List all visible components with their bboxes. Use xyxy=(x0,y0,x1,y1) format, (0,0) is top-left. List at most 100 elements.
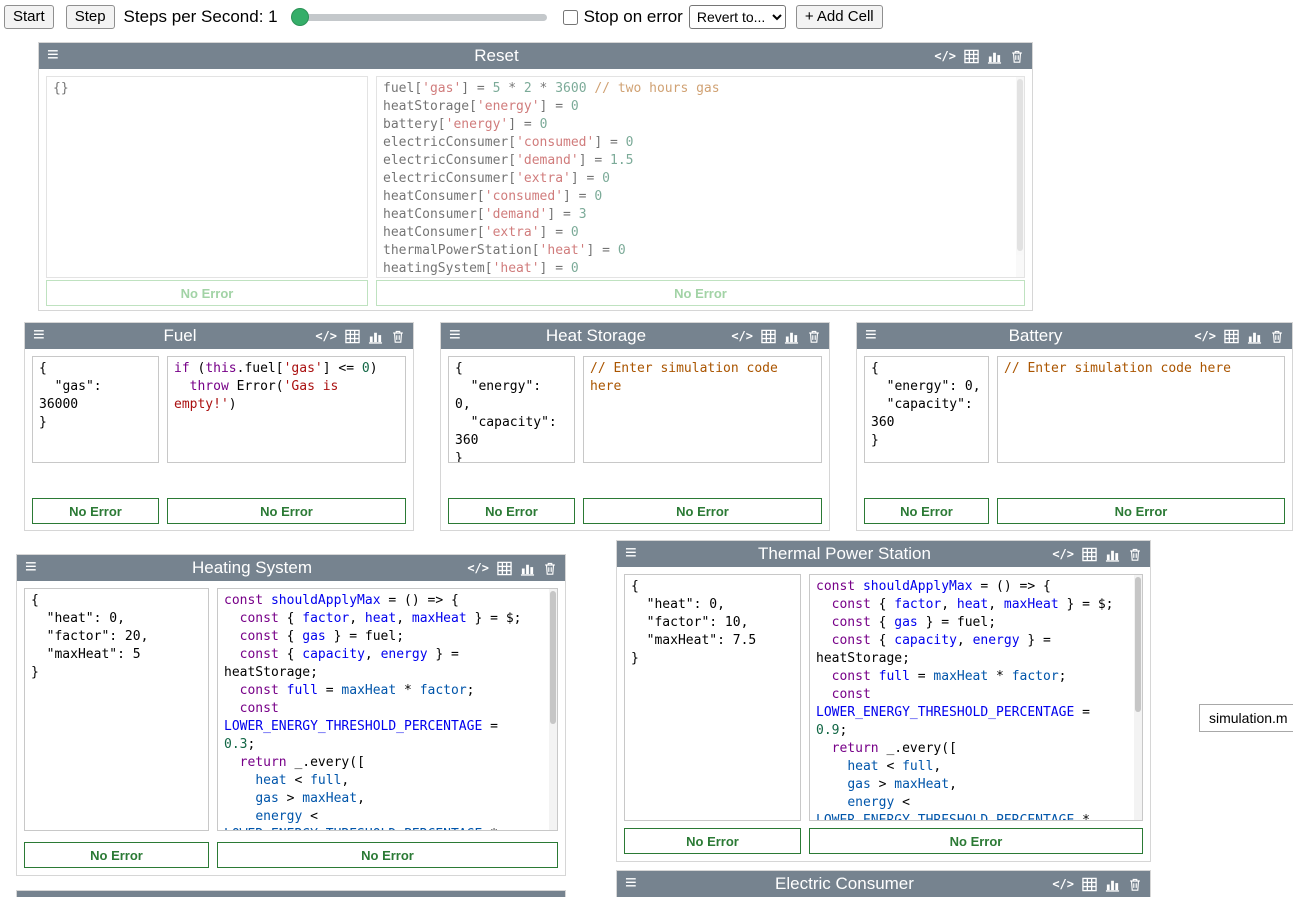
code-editor[interactable]: // Enter simulation code here xyxy=(997,356,1285,463)
cell-header[interactable]: ≡ Heating System </> xyxy=(17,555,565,581)
delete-cell-icon[interactable] xyxy=(1010,49,1024,64)
code-scrollbar[interactable] xyxy=(1016,77,1024,277)
cell-header[interactable]: ≡ Electric Consumer </> xyxy=(617,871,1150,897)
code-editor[interactable]: // Enter simulation codehere xyxy=(583,356,822,463)
code-status: No Error xyxy=(809,828,1143,854)
code-status: No Error xyxy=(167,498,406,524)
chart-view-icon[interactable] xyxy=(1247,329,1262,344)
drag-handle-icon[interactable]: ≡ xyxy=(33,325,45,345)
cell-header[interactable]: ≡ Reset </> xyxy=(39,43,1032,69)
cell-title: Thermal Power Station xyxy=(637,544,1053,564)
cell-title: Fuel xyxy=(45,326,316,346)
delete-cell-icon[interactable] xyxy=(391,329,405,344)
cell-header[interactable]: ≡ Battery </> xyxy=(857,323,1292,349)
code-view-icon[interactable]: </> xyxy=(1052,547,1074,561)
drag-handle-icon[interactable]: ≡ xyxy=(25,893,37,897)
cell-heat-consumer: ≡ Heat Consumer </> xyxy=(16,890,566,897)
chart-view-icon[interactable] xyxy=(1105,547,1120,562)
delete-cell-icon[interactable] xyxy=(1270,329,1284,344)
header-actions: </> xyxy=(934,49,1024,64)
state-status: No Error xyxy=(864,498,989,524)
state-editor[interactable]: { "gas":36000} xyxy=(32,356,159,463)
cell-electric-consumer: ≡ Electric Consumer </> xyxy=(616,870,1151,897)
drag-handle-icon[interactable]: ≡ xyxy=(865,325,877,345)
cell-title: Reset xyxy=(59,46,935,66)
drag-handle-icon[interactable]: ≡ xyxy=(449,325,461,345)
table-view-icon[interactable] xyxy=(1224,329,1239,344)
table-view-icon[interactable] xyxy=(1082,547,1097,562)
state-editor[interactable]: { "energy": 0, "capacity":360} xyxy=(864,356,989,463)
table-view-icon[interactable] xyxy=(345,329,360,344)
chart-view-icon[interactable] xyxy=(520,561,535,576)
table-view-icon[interactable] xyxy=(964,49,979,64)
delete-cell-icon[interactable] xyxy=(807,329,821,344)
chart-view-icon[interactable] xyxy=(987,49,1002,64)
add-cell-button[interactable]: + Add Cell xyxy=(796,5,883,30)
header-actions: </> xyxy=(467,561,557,576)
code-scrollbar[interactable] xyxy=(1134,575,1142,820)
steps-per-second-label: Steps per Second: 1 xyxy=(124,7,278,27)
cell-header[interactable]: ≡ Thermal Power Station </> xyxy=(617,541,1150,567)
header-actions: </> xyxy=(1052,547,1142,562)
chart-view-icon[interactable] xyxy=(1105,877,1120,892)
chart-view-icon[interactable] xyxy=(784,329,799,344)
code-view-icon[interactable]: </> xyxy=(315,329,337,343)
step-button[interactable]: Step xyxy=(66,5,115,30)
revert-to-select[interactable]: Revert to... xyxy=(689,5,786,29)
code-view-icon[interactable]: </> xyxy=(934,49,956,63)
state-editor[interactable]: { "heat": 0, "factor": 10, "maxHeat": 7.… xyxy=(624,574,801,821)
code-view-icon[interactable]: </> xyxy=(467,561,489,575)
drag-handle-icon[interactable]: ≡ xyxy=(25,557,37,577)
code-editor[interactable]: if (this.fuel['gas'] <= 0) throw Error('… xyxy=(167,356,406,463)
state-editor[interactable]: { "heat": 0, "factor": 20, "maxHeat": 5} xyxy=(24,588,209,831)
drag-handle-icon[interactable]: ≡ xyxy=(625,873,637,893)
code-editor[interactable]: const shouldApplyMax = () => { const { f… xyxy=(217,588,558,831)
delete-cell-icon[interactable] xyxy=(1128,877,1142,892)
state-status: No Error xyxy=(448,498,575,524)
table-view-icon[interactable] xyxy=(497,561,512,576)
cell-title: Electric Consumer xyxy=(637,874,1053,894)
stop-on-error-checkbox[interactable] xyxy=(563,10,578,25)
cell-battery: ≡ Battery </> { "energy": 0, "capacity":… xyxy=(856,322,1293,531)
header-actions: </> xyxy=(1052,877,1142,892)
code-editor[interactable]: fuel['gas'] = 5 * 2 * 3600 // two hours … xyxy=(376,76,1025,278)
simulation-app: Start Step Steps per Second: 1 Stop on e… xyxy=(0,0,1293,897)
start-button[interactable]: Start xyxy=(4,5,54,30)
code-view-icon[interactable]: </> xyxy=(1052,877,1074,891)
state-status: No Error xyxy=(32,498,159,524)
header-actions: </> xyxy=(1194,329,1284,344)
cell-heating-system: ≡ Heating System </> { "heat": 0, "facto… xyxy=(16,554,566,876)
drag-handle-icon[interactable]: ≡ xyxy=(625,543,637,563)
chart-view-icon[interactable] xyxy=(368,329,383,344)
cell-header[interactable]: ≡ Fuel </> xyxy=(25,323,413,349)
drag-handle-icon[interactable]: ≡ xyxy=(47,45,59,65)
header-actions: </> xyxy=(315,329,405,344)
toolbar: Start Step Steps per Second: 1 Stop on e… xyxy=(0,0,1293,34)
stop-on-error-label: Stop on error xyxy=(584,7,683,27)
cell-title: Heat Storage xyxy=(461,326,732,346)
code-status: No Error xyxy=(217,842,558,868)
code-view-icon[interactable]: </> xyxy=(731,329,753,343)
table-view-icon[interactable] xyxy=(1082,877,1097,892)
cell-thermal-power-station: ≡ Thermal Power Station </> { "heat": 0,… xyxy=(616,540,1151,862)
code-scrollbar[interactable] xyxy=(549,589,557,830)
delete-cell-icon[interactable] xyxy=(1128,547,1142,562)
code-view-icon[interactable]: </> xyxy=(1194,329,1216,343)
delete-cell-icon[interactable] xyxy=(543,561,557,576)
table-view-icon[interactable] xyxy=(761,329,776,344)
cell-header[interactable]: ≡ Heat Storage </> xyxy=(441,323,829,349)
code-editor[interactable]: const shouldApplyMax = () => { const { f… xyxy=(809,574,1143,821)
cell-title: Heating System xyxy=(37,558,468,578)
cell-title: Battery xyxy=(877,326,1195,346)
code-status: No Error xyxy=(376,280,1025,306)
filename-tooltip: simulation.m xyxy=(1199,704,1293,732)
state-editor[interactable]: { "energy":0, "capacity":360} xyxy=(448,356,575,463)
cell-fuel: ≡ Fuel </> { "gas":36000} if (this.fuel[… xyxy=(24,322,414,531)
cell-heat-storage: ≡ Heat Storage </> { "energy":0, "capaci… xyxy=(440,322,830,531)
code-status: No Error xyxy=(997,498,1285,524)
cell-header[interactable]: ≡ Heat Consumer </> xyxy=(17,891,565,897)
state-status: No Error xyxy=(46,280,368,306)
state-status: No Error xyxy=(24,842,209,868)
steps-per-second-slider[interactable] xyxy=(291,14,547,21)
state-editor[interactable]: {} xyxy=(46,76,368,278)
